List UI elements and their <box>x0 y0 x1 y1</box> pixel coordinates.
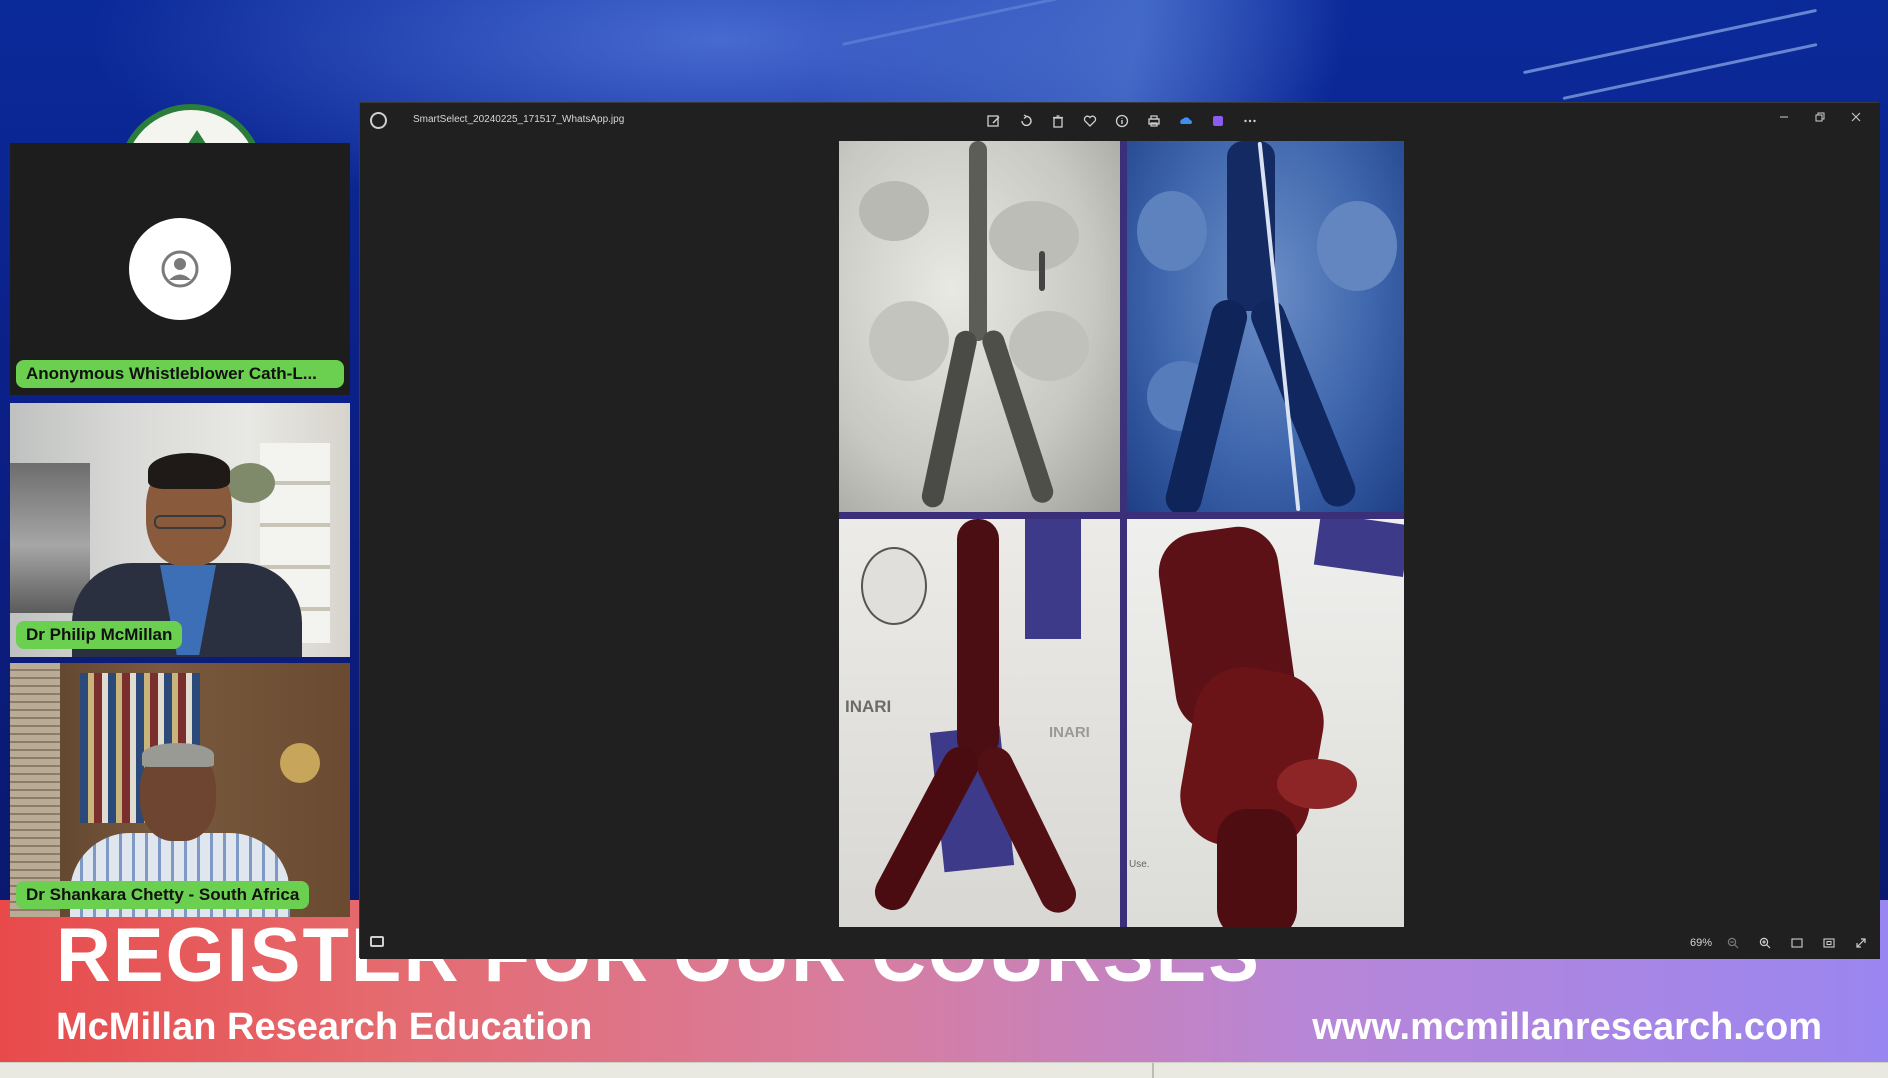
delete-icon[interactable] <box>1048 111 1068 131</box>
onedrive-icon[interactable] <box>1176 111 1196 131</box>
photo-viewer-window[interactable]: SmartSelect_20240225_171517_WhatsApp.jpg <box>359 102 1880 959</box>
participant-name: Anonymous Whistleblower Cath-L... <box>16 360 344 388</box>
print-icon[interactable] <box>1144 111 1164 131</box>
participant-tile-philip[interactable]: Dr Philip McMillan <box>10 403 350 657</box>
fullscreen-icon[interactable] <box>1850 933 1872 953</box>
minimize-icon[interactable] <box>1766 105 1802 129</box>
favorite-icon[interactable] <box>1080 111 1100 131</box>
zoom-controls: 69% <box>1682 933 1872 953</box>
window-controls <box>1766 105 1874 129</box>
filmstrip-icon[interactable] <box>370 936 384 947</box>
displayed-image: INARI INARI Use. <box>839 141 1404 927</box>
participant-name: Dr Shankara Chetty - South Africa <box>16 881 310 909</box>
photos-app-icon <box>370 112 387 129</box>
restore-icon[interactable] <box>1802 105 1838 129</box>
zoom-out-icon[interactable] <box>1722 933 1744 953</box>
video-feed <box>10 403 350 657</box>
bottom-strip <box>0 1062 1888 1078</box>
toolbar <box>984 111 1260 131</box>
zoom-level[interactable]: 69% <box>1682 937 1712 949</box>
actual-size-icon[interactable] <box>1818 933 1840 953</box>
image-canvas[interactable]: INARI INARI Use. <box>360 139 1880 927</box>
brand-label: INARI <box>845 697 892 716</box>
more-icon[interactable] <box>1240 111 1260 131</box>
banner-website: www.mcmillanresearch.com <box>1312 1006 1822 1048</box>
rotate-icon[interactable] <box>1016 111 1036 131</box>
edit-icon[interactable] <box>984 111 1004 131</box>
brand-label: INARI <box>1049 724 1090 741</box>
venogram-grayscale <box>839 141 1120 512</box>
avatar <box>129 218 231 320</box>
clipchamp-icon[interactable] <box>1208 111 1228 131</box>
user-icon <box>161 250 199 288</box>
video-feed <box>10 663 350 917</box>
extracted-clot-card: INARI INARI <box>839 519 1120 927</box>
close-icon[interactable] <box>1838 105 1874 129</box>
zoom-in-icon[interactable] <box>1754 933 1776 953</box>
venogram-blue <box>1127 141 1404 512</box>
status-bar: 69% <box>360 927 1880 959</box>
note-fragment: Use. <box>1129 859 1150 870</box>
participant-tile-shankara[interactable]: Dr Shankara Chetty - South Africa <box>10 663 350 917</box>
fit-to-window-icon[interactable] <box>1786 933 1808 953</box>
participant-name: Dr Philip McMillan <box>16 621 183 649</box>
file-name: SmartSelect_20240225_171517_WhatsApp.jpg <box>413 114 625 125</box>
title-bar[interactable]: SmartSelect_20240225_171517_WhatsApp.jpg <box>360 103 1880 139</box>
clot-closeup: Use. <box>1127 519 1404 927</box>
info-icon[interactable] <box>1112 111 1132 131</box>
banner-organization: McMillan Research Education <box>56 1006 593 1048</box>
participant-tile-anonymous[interactable]: Anonymous Whistleblower Cath-L... <box>10 143 350 395</box>
